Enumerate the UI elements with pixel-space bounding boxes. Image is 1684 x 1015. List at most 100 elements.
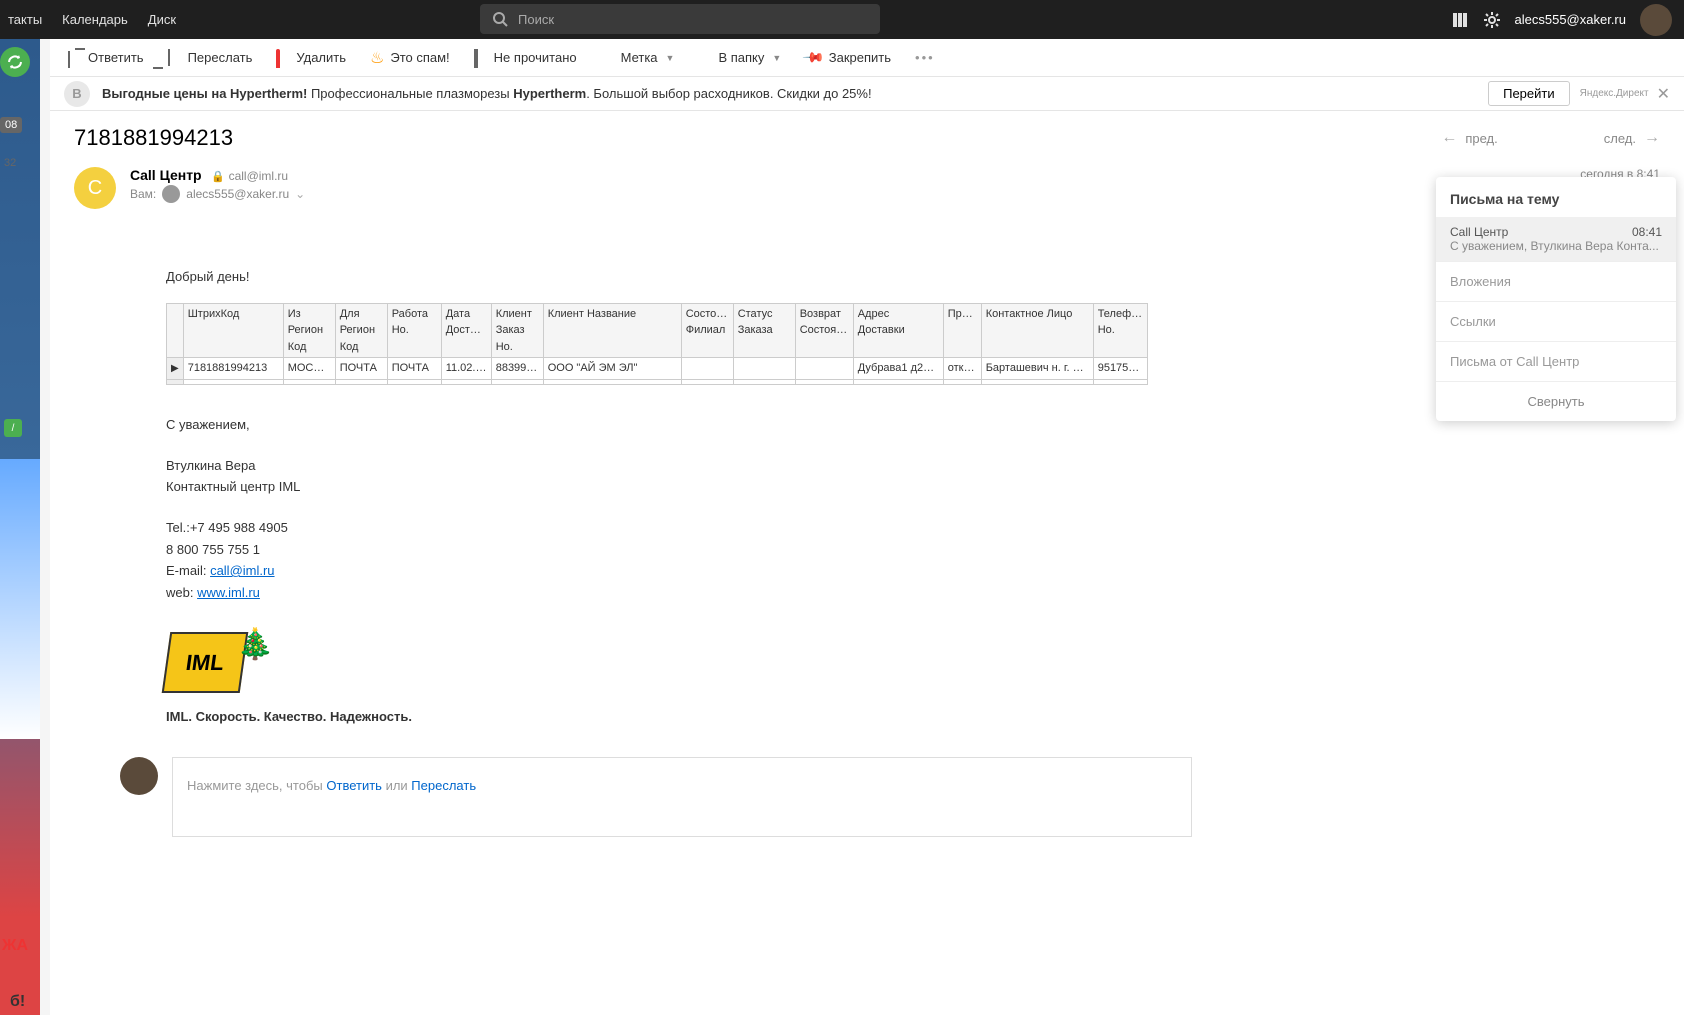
thread-item-from: Call Центр [1450, 225, 1508, 239]
user-email[interactable]: alecs555@xaker.ru [1515, 12, 1626, 27]
prev-arrow-icon[interactable]: ← [1441, 129, 1457, 147]
reply-pre: Нажмите здесь, чтобы [187, 778, 326, 793]
panel-attachments[interactable]: Вложения [1436, 261, 1676, 301]
strip-ad-rub: б! [10, 993, 25, 1011]
table-cell-empty [795, 379, 853, 384]
message-nav: ← пред. след. → [1441, 129, 1660, 147]
table-cell: 7181881994213 [183, 358, 283, 380]
strip-ad-banner[interactable] [0, 459, 40, 739]
logo-decor-icon: 🎄 [237, 622, 274, 667]
delete-button[interactable]: Удалить [276, 50, 346, 65]
table-cell-empty [981, 379, 1093, 384]
prev-label[interactable]: пред. [1465, 131, 1497, 146]
reply-area: Нажмите здесь, чтобы Ответить или Пересл… [50, 747, 1684, 867]
more-button[interactable]: ••• [915, 50, 935, 65]
sig-dept: Контактный центр IML [166, 477, 1660, 497]
nav-disk[interactable]: Диск [148, 12, 176, 27]
spam-button[interactable]: ♨Это спам! [370, 48, 450, 68]
table-header: ШтрихКод [183, 303, 283, 358]
table-header: Контактное Лицо [981, 303, 1093, 358]
reply-label: Ответить [88, 50, 144, 65]
tag-icon [601, 51, 615, 65]
lock-icon: 🔒 [211, 171, 225, 183]
next-label[interactable]: след. [1604, 131, 1636, 146]
sender-email[interactable]: call@iml.ru [229, 169, 289, 183]
reply-box[interactable]: Нажмите здесь, чтобы Ответить или Пересл… [172, 757, 1192, 837]
forward-label: Переслать [188, 50, 253, 65]
unread-button[interactable]: Не прочитано [474, 50, 577, 65]
nav-calendar[interactable]: Календарь [62, 12, 128, 27]
panel-collapse[interactable]: Свернуть [1436, 381, 1676, 421]
table-cell-empty [283, 379, 335, 384]
ad-body1: Профессиональные плазморезы [307, 86, 513, 101]
table-cell-empty [543, 379, 681, 384]
table-cell: МОСКВА [283, 358, 335, 380]
forward-action[interactable]: Переслать [411, 778, 476, 793]
table-header: Из Регион Код [283, 303, 335, 358]
table-header: Клиент Заказ Но. [491, 303, 543, 358]
settings-icon[interactable] [1483, 11, 1501, 29]
nav-contacts[interactable]: такты [8, 12, 42, 27]
table-cell [795, 358, 853, 380]
table-cell-empty [681, 379, 733, 384]
panel-links[interactable]: Ссылки [1436, 301, 1676, 341]
flame-icon: ♨ [370, 48, 384, 68]
trash-icon [276, 51, 290, 65]
sig-web-link[interactable]: www.iml.ru [197, 585, 260, 600]
ad-close-icon[interactable]: ✕ [1657, 84, 1670, 104]
reply-action[interactable]: Ответить [326, 778, 382, 793]
table-cell-empty [491, 379, 543, 384]
thread-item[interactable]: Call Центр 08:41 С уважением, Втулкина В… [1436, 217, 1676, 261]
to-label: Вам: [130, 187, 156, 201]
forward-button[interactable]: Переслать [168, 50, 253, 65]
pin-icon: 📌 [802, 45, 826, 69]
table-cell: Дубрава1 д21 к... [853, 358, 943, 380]
tag-button[interactable]: Метка▼ [601, 50, 675, 65]
ad-avatar: В [64, 81, 90, 107]
pin-button[interactable]: 📌Закрепить [805, 49, 891, 66]
pin-label: Закрепить [829, 50, 891, 65]
refresh-button[interactable] [0, 47, 30, 77]
ad-body2: . Большой выбор расходников. Скидки до 2… [586, 86, 871, 101]
ad-go-button[interactable]: Перейти [1488, 81, 1570, 106]
ad-text[interactable]: Выгодные цены на Hypertherm! Профессиона… [102, 86, 1488, 101]
sender-name[interactable]: Call Центр [130, 167, 202, 183]
row-marker-header [167, 303, 184, 358]
next-arrow-icon[interactable]: → [1644, 129, 1660, 147]
sig-email-row: E-mail: call@iml.ru [166, 561, 1660, 581]
table-header: Телефон Но. [1093, 303, 1147, 358]
table-cell-empty [733, 379, 795, 384]
reply-button[interactable]: Ответить [68, 50, 144, 65]
sig-tel: Tel.:+7 495 988 4905 [166, 518, 1660, 538]
search-input[interactable] [518, 12, 868, 27]
search-container[interactable] [480, 4, 880, 34]
ad-banner: В Выгодные цены на Hypertherm! Профессио… [50, 77, 1684, 111]
table-cell-empty [387, 379, 441, 384]
left-strip: 08 32 / ЖА б! [0, 39, 40, 1015]
theme-icon[interactable] [1451, 11, 1469, 29]
panel-from-sender[interactable]: Письма от Call Центр [1436, 341, 1676, 381]
user-avatar[interactable] [1640, 4, 1672, 36]
recipient-email[interactable]: alecs555@xaker.ru [186, 187, 289, 201]
table-cell: 88399-2... [491, 358, 543, 380]
tag-label: Метка [621, 50, 658, 65]
message-toolbar: Ответить Переслать Удалить ♨Это спам! Не… [50, 39, 1684, 77]
table-cell-empty [335, 379, 387, 384]
table-header: Возврат Состояние [795, 303, 853, 358]
table-cell-empty [943, 379, 981, 384]
table-cell: ПОЧТА [335, 358, 387, 380]
folder-button[interactable]: В папку▼ [698, 50, 781, 65]
strip-label-icon[interactable]: / [4, 419, 22, 437]
table-cell-empty [853, 379, 943, 384]
table-cell: отказ п... [943, 358, 981, 380]
folder-label: В папку [718, 50, 764, 65]
table-cell [681, 358, 733, 380]
thread-panel-title: Письма на тему [1436, 177, 1676, 217]
iml-logo: IML [162, 632, 248, 693]
expand-recipients-icon[interactable]: ⌄ [295, 187, 305, 201]
sig-email-link[interactable]: call@iml.ru [210, 563, 274, 578]
signature: С уважением, Втулкина Вера Контактный це… [166, 415, 1660, 603]
recipient-avatar [162, 185, 180, 203]
forward-icon [168, 51, 182, 65]
strip-count-2: 32 [4, 157, 16, 169]
